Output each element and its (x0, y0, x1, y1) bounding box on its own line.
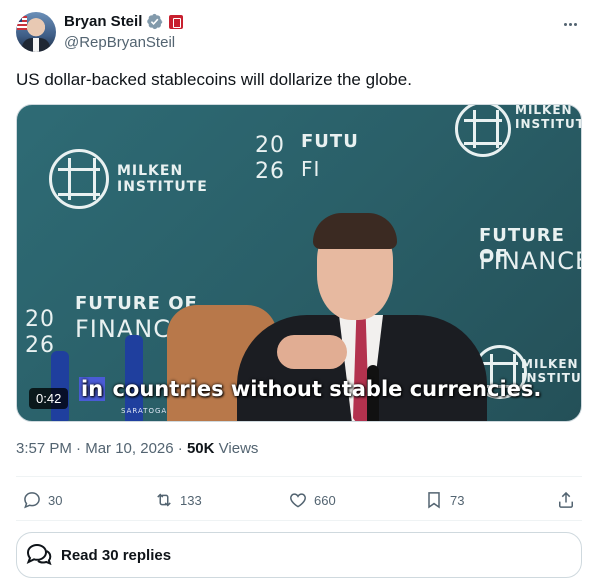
share-button[interactable] (556, 490, 576, 510)
tweet-time[interactable]: 3:57 PM (16, 440, 72, 457)
backdrop-institute-text: INSTITUTE (515, 117, 581, 131)
author-handle[interactable]: @RepBryanSteil (64, 34, 175, 51)
chat-bubbles-icon (26, 543, 52, 566)
milken-logo-icon (455, 105, 511, 157)
caption-highlight: in (79, 377, 106, 401)
meta-separator: · (177, 440, 183, 457)
bookmark-icon (428, 492, 440, 509)
avatar[interactable] (16, 12, 56, 52)
tweet-date[interactable]: Mar 10, 2026 (85, 440, 173, 457)
views-count: 50K (186, 440, 215, 457)
milken-logo-icon (49, 149, 109, 209)
repost-icon (157, 493, 171, 507)
video-player[interactable]: MILKEN INSTITUTE 20 26 FUTU FI MILKEN IN… (16, 104, 582, 422)
author-name[interactable]: Bryan Steil (64, 13, 142, 30)
backdrop-year-top: 20 (255, 133, 285, 158)
caption-text: countries without stable currencies. (105, 377, 542, 401)
backdrop-futu-fragment: FUTU (301, 131, 359, 152)
like-count: 660 (314, 492, 336, 508)
backdrop-institute-text: INSTITUTE (117, 179, 208, 195)
divider (16, 476, 582, 477)
read-replies-button[interactable]: Read 30 replies (16, 532, 582, 578)
bookmark-count: 73 (450, 492, 465, 508)
water-bottle (51, 351, 69, 421)
backdrop-year-bottom: 26 (255, 159, 285, 184)
tweet-header: Bryan Steil @RepBryanSteil (16, 12, 582, 54)
reply-icon (24, 492, 40, 509)
meta-separator: · (76, 440, 82, 457)
backdrop-fi-fragment: FI (301, 157, 321, 181)
backdrop-year-top: 20 (25, 307, 55, 332)
reply-count: 30 (48, 492, 63, 508)
bottle-label: SARATOGA (121, 407, 168, 415)
share-icon (559, 491, 573, 508)
backdrop-milken-text: MILKEN (521, 357, 579, 371)
repost-button[interactable]: 133 (154, 490, 202, 510)
bookmark-button[interactable]: 73 (424, 490, 464, 510)
backdrop-milken-text: MILKEN (515, 104, 573, 117)
heart-icon (290, 493, 306, 508)
video-caption: in countries without stable currencies. (79, 377, 541, 401)
views-label: Views (218, 440, 259, 457)
action-bar: 30 133 660 73 (16, 484, 582, 518)
tweet-meta: 3:57 PM · Mar 10, 2026 · 50K Views (16, 440, 258, 457)
reply-button[interactable]: 30 (22, 490, 62, 510)
backdrop-milken-text: MILKEN (117, 163, 184, 179)
video-duration: 0:42 (29, 388, 69, 409)
tweet-text: US dollar-backed stablecoins will dollar… (16, 70, 412, 89)
like-button[interactable]: 660 (288, 490, 336, 510)
government-affiliation-icon[interactable] (169, 14, 184, 29)
read-replies-label: Read 30 replies (61, 546, 172, 564)
verified-badge-icon (147, 13, 163, 30)
more-options-icon[interactable] (560, 14, 580, 34)
divider (16, 520, 582, 521)
author-name-row: Bryan Steil (64, 13, 184, 30)
repost-count: 133 (180, 492, 202, 508)
